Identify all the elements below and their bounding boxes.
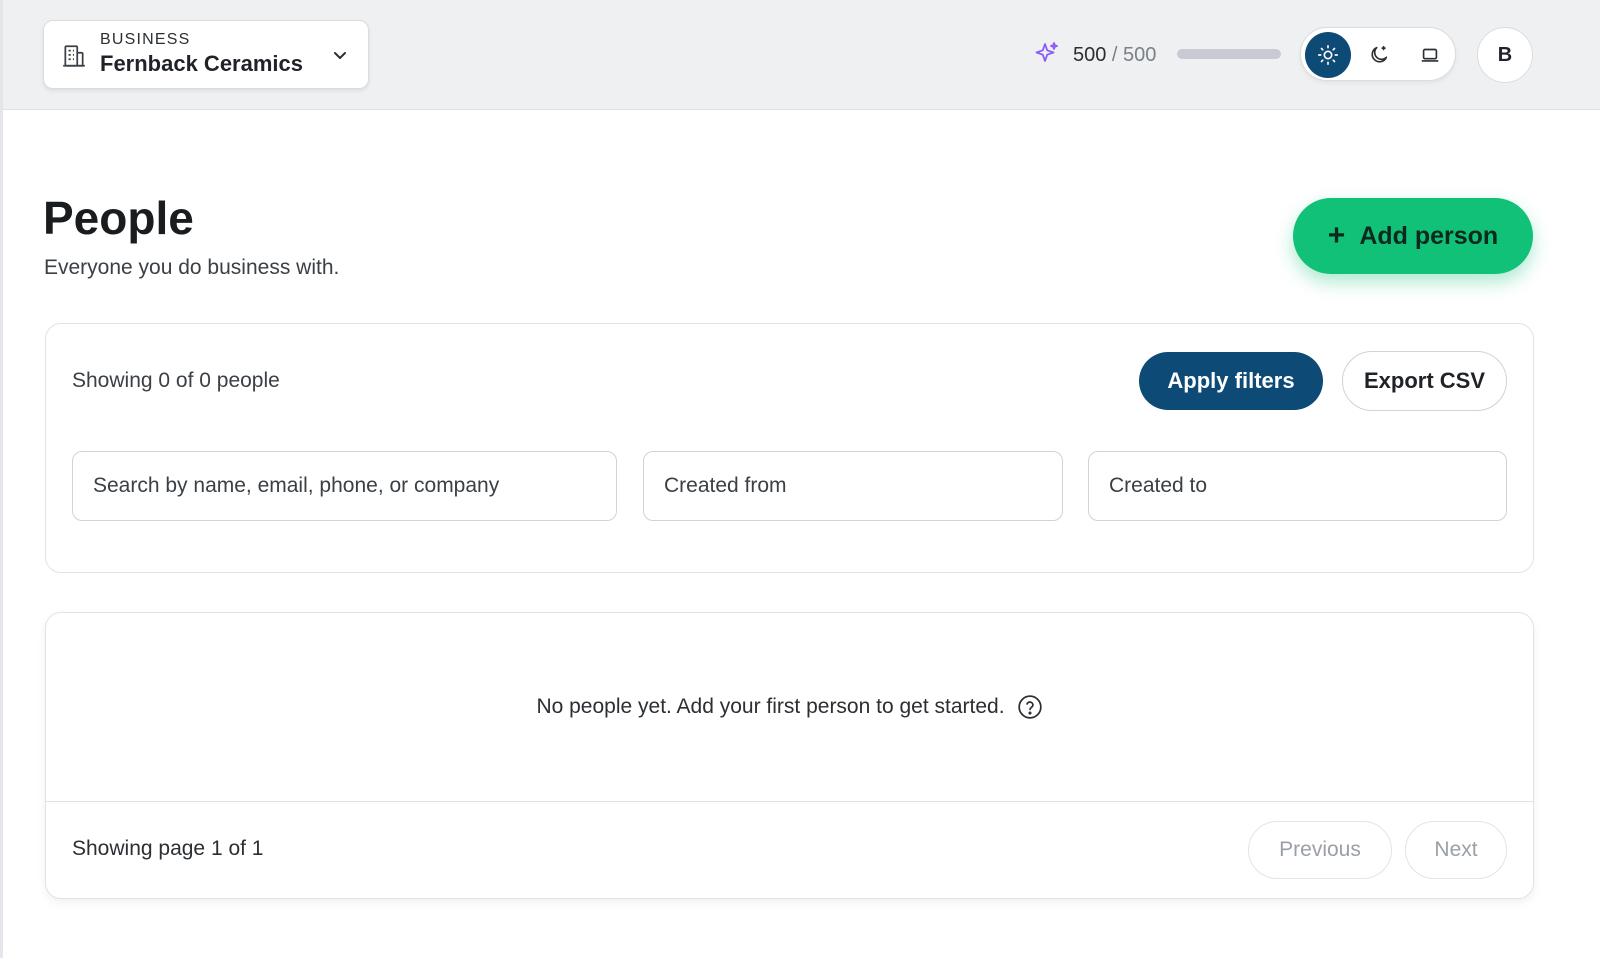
chevron-down-icon bbox=[334, 52, 346, 59]
page-info: Showing page 1 of 1 bbox=[72, 837, 264, 860]
credits-separator: / bbox=[1106, 44, 1124, 66]
business-name: Fernback Ceramics bbox=[100, 51, 303, 76]
theme-system-button[interactable] bbox=[1407, 32, 1453, 78]
business-kicker: BUSINESS bbox=[100, 31, 191, 48]
business-switcher[interactable]: BUSINESS Fernback Ceramics bbox=[43, 20, 369, 89]
plus-icon: + bbox=[1327, 219, 1346, 252]
app-root: BUSINESS Fernback Ceramics 500 / 500 B P… bbox=[0, 0, 1600, 958]
moon-icon bbox=[1371, 45, 1388, 63]
results-card: No people yet. Add your first person to … bbox=[45, 612, 1534, 899]
page-subtitle: Everyone you do business with. bbox=[44, 256, 340, 279]
credits-total: 500 bbox=[1123, 44, 1157, 66]
credits-progress-bar bbox=[1177, 49, 1281, 59]
credits-used: 500 bbox=[1073, 44, 1107, 66]
laptop-icon bbox=[1421, 48, 1439, 62]
divider bbox=[46, 801, 1533, 802]
user-avatar[interactable]: B bbox=[1477, 27, 1533, 83]
theme-toggle bbox=[1300, 27, 1456, 81]
empty-state-message: No people yet. Add your first person to … bbox=[536, 695, 1005, 718]
theme-light-button[interactable] bbox=[1305, 32, 1351, 78]
showing-count: Showing 0 of 0 people bbox=[72, 369, 280, 392]
created-from-field[interactable] bbox=[643, 451, 1063, 521]
add-person-button[interactable]: + Add person bbox=[1293, 198, 1533, 274]
empty-state: No people yet. Add your first person to … bbox=[46, 613, 1533, 801]
page-title: People bbox=[43, 192, 194, 244]
building-icon bbox=[63, 45, 85, 67]
credits-progress-fill bbox=[1177, 49, 1281, 59]
sun-icon bbox=[1318, 45, 1338, 65]
credits-readout: 500 / 500 bbox=[1073, 44, 1156, 67]
sparkles-icon bbox=[1035, 42, 1058, 62]
search-input[interactable] bbox=[72, 451, 617, 521]
theme-dark-button[interactable] bbox=[1356, 32, 1402, 78]
next-page-button[interactable]: Next bbox=[1405, 821, 1507, 879]
add-person-label: Add person bbox=[1359, 221, 1499, 250]
top-bar: BUSINESS Fernback Ceramics 500 / 500 B bbox=[3, 0, 1600, 110]
filter-card: Showing 0 of 0 people Apply filters Expo… bbox=[45, 323, 1534, 573]
help-circle-icon[interactable] bbox=[1017, 694, 1043, 720]
apply-filters-button[interactable]: Apply filters bbox=[1139, 352, 1323, 410]
previous-page-button[interactable]: Previous bbox=[1248, 821, 1392, 879]
export-csv-button[interactable]: Export CSV bbox=[1342, 351, 1507, 411]
created-to-field[interactable] bbox=[1088, 451, 1507, 521]
